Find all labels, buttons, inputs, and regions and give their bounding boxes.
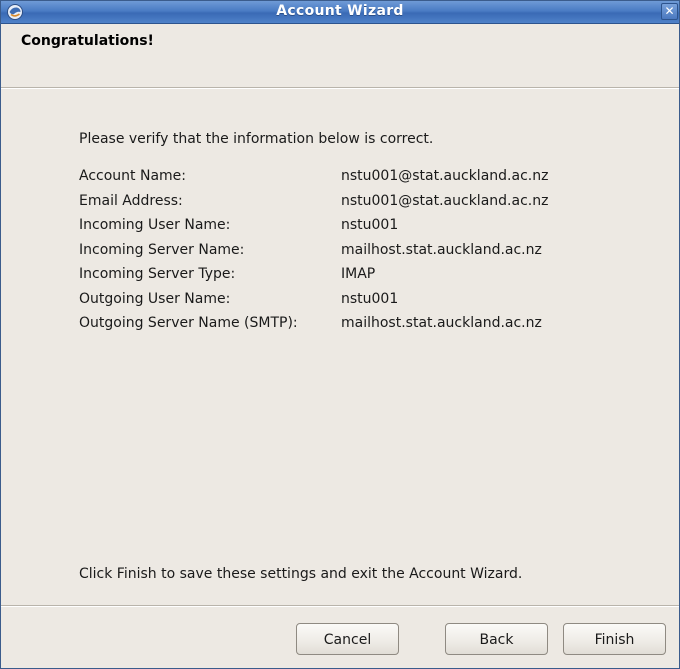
finish-button[interactable]: Finish bbox=[563, 623, 666, 655]
close-icon: ✕ bbox=[664, 4, 675, 18]
info-value: mailhost.stat.auckland.ac.nz bbox=[341, 315, 542, 331]
info-label: Email Address: bbox=[79, 192, 183, 209]
footer-divider bbox=[1, 605, 679, 607]
intro-text: Please verify that the information below… bbox=[79, 131, 434, 147]
info-value: nstu001 bbox=[341, 217, 399, 233]
page-heading: Congratulations! bbox=[21, 33, 154, 49]
info-value: nstu001@stat.auckland.ac.nz bbox=[341, 168, 549, 184]
header-divider bbox=[1, 87, 679, 89]
info-label: Incoming Server Type: bbox=[79, 266, 236, 282]
title-bar[interactable]: Account Wizard ✕ bbox=[1, 1, 679, 24]
info-label: Account Name: bbox=[79, 168, 186, 184]
info-label: Outgoing Server Name (SMTP): bbox=[79, 315, 298, 331]
cancel-button[interactable]: Cancel bbox=[296, 623, 399, 655]
info-value: mailhost.stat.auckland.ac.nz bbox=[341, 241, 542, 258]
back-button[interactable]: Back bbox=[445, 623, 548, 655]
account-wizard-window: Account Wizard ✕ Congratulations! Please… bbox=[0, 0, 680, 669]
info-label: Outgoing User Name: bbox=[79, 290, 231, 307]
info-value: IMAP bbox=[341, 266, 376, 282]
info-label: Incoming User Name: bbox=[79, 217, 231, 233]
info-value: nstu001@stat.auckland.ac.nz bbox=[341, 192, 549, 209]
info-label: Incoming Server Name: bbox=[79, 241, 245, 258]
info-value: nstu001 bbox=[341, 290, 399, 307]
window-title: Account Wizard bbox=[276, 3, 404, 19]
finish-instructions: Click Finish to save these settings and … bbox=[79, 566, 523, 582]
close-button[interactable]: ✕ bbox=[661, 3, 678, 20]
